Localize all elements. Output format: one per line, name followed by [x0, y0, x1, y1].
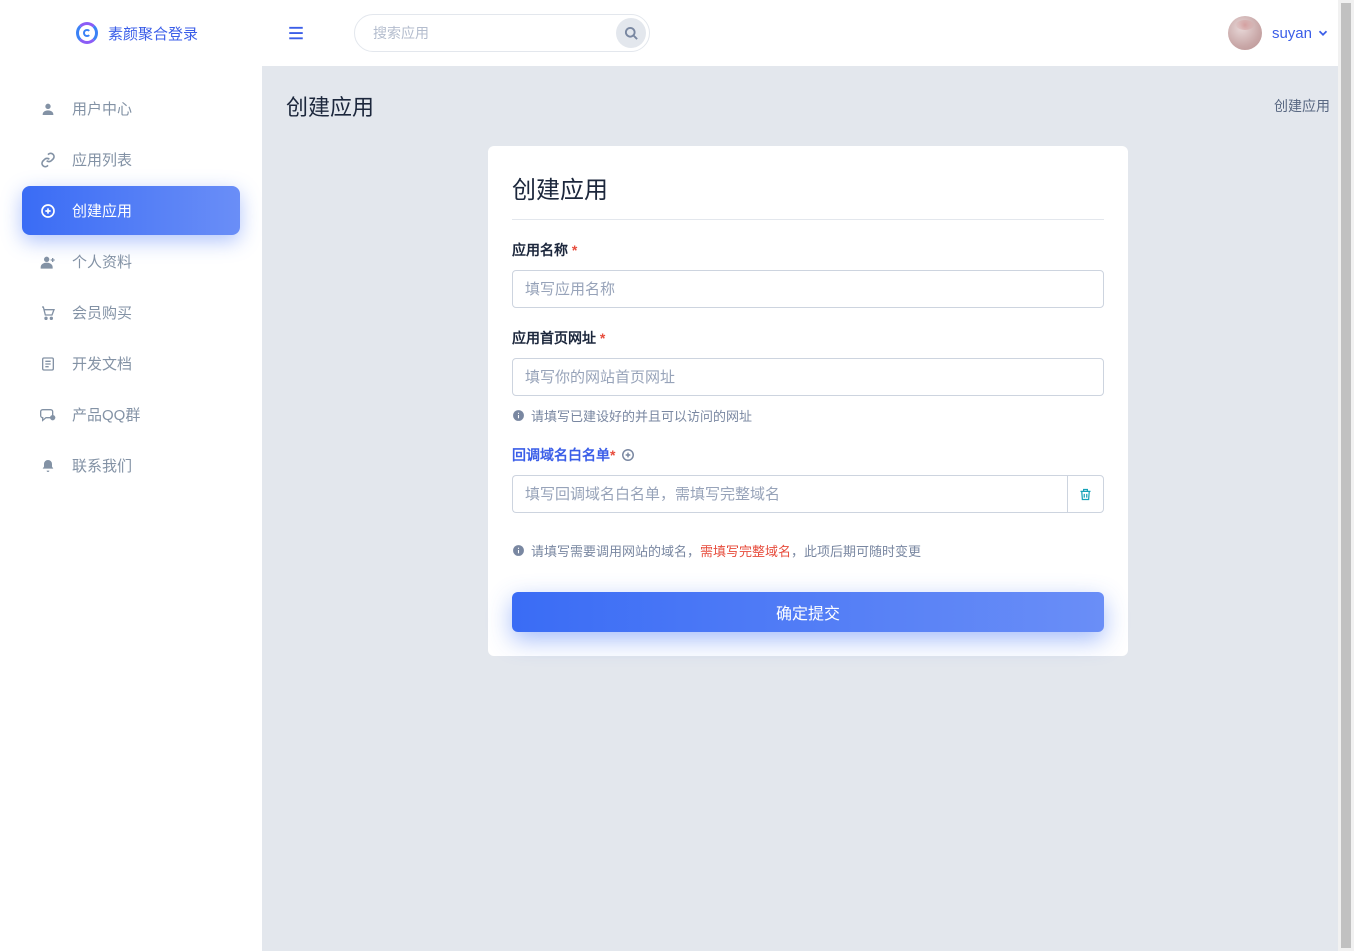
sidebar: 素颜聚合登录 用户中心 应用列表 创建应用 个人资料 会员购买: [0, 0, 262, 951]
sidebar-item-label: 产品QQ群: [72, 404, 140, 425]
page-title: 创建应用: [286, 90, 374, 122]
link-icon: [40, 152, 58, 168]
callback-input-group: [512, 475, 1104, 513]
add-domain-icon[interactable]: [621, 447, 635, 463]
field-callback: 回调域名白名单* 请填写需要调用网站的域名，需填写完整域名，此项后期可随时变更: [512, 445, 1104, 560]
input-callback[interactable]: [512, 475, 1067, 513]
sidebar-item-member-buy[interactable]: 会员购买: [22, 288, 240, 337]
required-mark: *: [572, 242, 577, 258]
input-app-name[interactable]: [512, 270, 1104, 308]
cart-icon: [40, 305, 58, 321]
search-input[interactable]: [354, 14, 650, 52]
user-icon: [40, 101, 58, 117]
sidebar-item-docs[interactable]: 开发文档: [22, 339, 240, 388]
sidebar-item-qq-group[interactable]: 产品QQ群: [22, 390, 240, 439]
help-callback: 请填写需要调用网站的域名，需填写完整域名，此项后期可随时变更: [512, 541, 1104, 560]
sidebar-item-label: 联系我们: [72, 455, 132, 476]
field-app-name: 应用名称 *: [512, 240, 1104, 308]
page-head: 创建应用 创建应用: [286, 90, 1330, 122]
sidebar-item-contact[interactable]: 联系我们: [22, 441, 240, 490]
avatar: [1228, 16, 1262, 50]
topbar: suyan: [262, 0, 1354, 66]
label-callback: 回调域名白名单*: [512, 445, 1104, 465]
delete-domain-button[interactable]: [1067, 475, 1104, 513]
search-wrap: [354, 14, 650, 52]
help-app-url: 请填写已建设好的并且可以访问的网址: [512, 406, 1104, 425]
user-plus-icon: [40, 254, 58, 270]
field-app-url: 应用首页网址 * 请填写已建设好的并且可以访问的网址: [512, 328, 1104, 425]
sidebar-item-user-center[interactable]: 用户中心: [22, 84, 240, 133]
search-icon: [624, 26, 639, 41]
sidebar-item-app-list[interactable]: 应用列表: [22, 135, 240, 184]
chat-icon: [40, 407, 58, 423]
logo[interactable]: 素颜聚合登录: [0, 16, 262, 64]
trash-icon: [1078, 487, 1093, 502]
required-mark: *: [600, 330, 605, 346]
sidebar-item-create-app[interactable]: 创建应用: [22, 186, 240, 235]
submit-button[interactable]: 确定提交: [512, 592, 1104, 632]
content: 创建应用 创建应用 创建应用 应用名称 * 应用首页网址 *: [262, 66, 1354, 951]
sidebar-item-label: 应用列表: [72, 149, 132, 170]
info-icon: [512, 544, 525, 557]
input-app-url[interactable]: [512, 358, 1104, 396]
sidebar-item-label: 用户中心: [72, 98, 132, 119]
label-app-url: 应用首页网址 *: [512, 328, 1104, 348]
card-title: 创建应用: [512, 170, 1104, 220]
sidebar-item-label: 会员购买: [72, 302, 132, 323]
sidebar-item-label: 个人资料: [72, 251, 132, 272]
sidebar-item-label: 创建应用: [72, 200, 132, 221]
logo-icon: [76, 22, 98, 44]
info-icon: [512, 409, 525, 422]
nav-list: 用户中心 应用列表 创建应用 个人资料 会员购买 开发文档: [0, 64, 262, 490]
plus-circle-icon: [40, 203, 58, 219]
user-menu[interactable]: suyan: [1228, 16, 1330, 50]
brand-name: 素颜聚合登录: [108, 23, 198, 44]
sidebar-item-profile[interactable]: 个人资料: [22, 237, 240, 286]
scrollbar[interactable]: [1338, 0, 1354, 951]
breadcrumb: 创建应用: [1274, 96, 1330, 116]
chevron-down-icon: [1316, 26, 1330, 40]
scrollbar-thumb[interactable]: [1338, 0, 1354, 951]
bell-icon: [40, 458, 58, 474]
required-mark: *: [610, 447, 615, 463]
label-app-name: 应用名称 *: [512, 240, 1104, 260]
form-card: 创建应用 应用名称 * 应用首页网址 * 请填写已建设好的并且可以访问的网址: [488, 146, 1128, 656]
search-button[interactable]: [616, 18, 646, 48]
menu-toggle-icon[interactable]: [286, 24, 306, 42]
username: suyan: [1272, 25, 1312, 42]
sidebar-item-label: 开发文档: [72, 353, 132, 374]
document-icon: [40, 356, 58, 372]
